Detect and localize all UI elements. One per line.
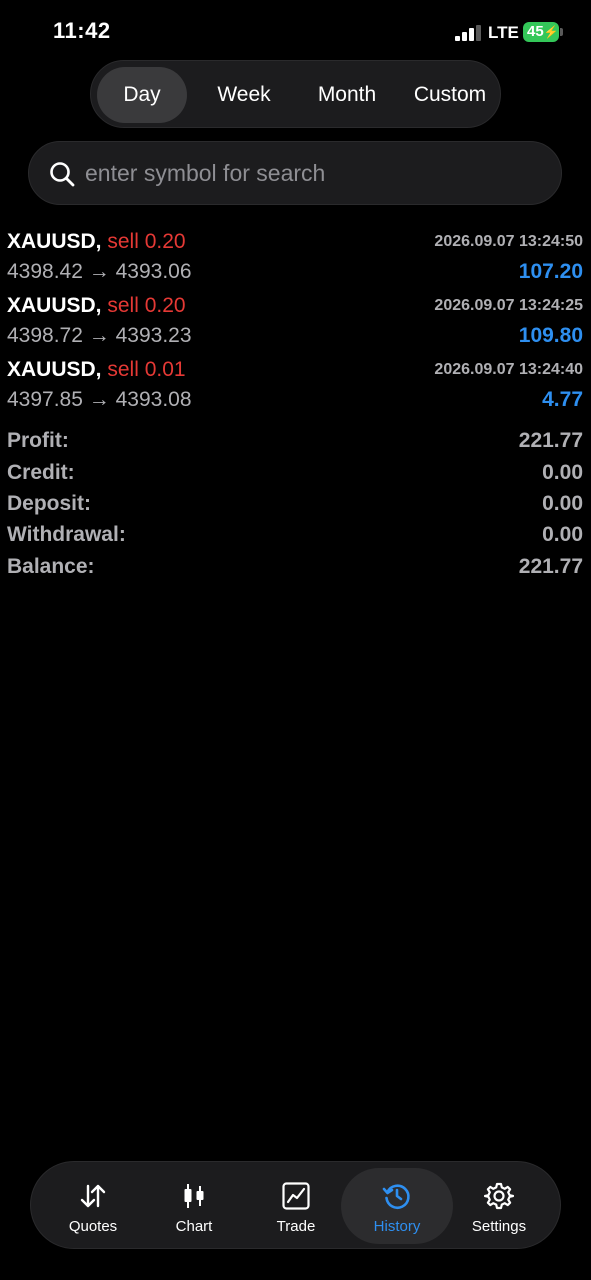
period-tab-custom[interactable]: Custom [403, 67, 497, 123]
tab-trade[interactable]: Trade [244, 1162, 348, 1248]
tab-settings[interactable]: Settings [447, 1162, 551, 1248]
trade-row[interactable]: XAUUSD, sell 0.20 2026.09.07 13:24:50 43… [0, 230, 591, 294]
status-time: 11:42 [53, 18, 111, 43]
period-tab-month[interactable]: Month [299, 67, 395, 123]
trade-symbol: XAUUSD, [7, 358, 102, 381]
summary-balance-label: Balance: [7, 555, 95, 578]
quotes-arrows-icon [80, 1184, 106, 1208]
trade-symbol-line: XAUUSD, sell 0.01 [7, 358, 186, 382]
trade-open-price: 4397.85 [7, 388, 83, 411]
summary-withdrawal-value: 0.00 [542, 523, 583, 546]
tab-chart-label: Chart [175, 1218, 213, 1235]
trade-symbol-line: XAUUSD, sell 0.20 [7, 230, 186, 254]
period-selector: Day Week Month Custom [90, 60, 501, 128]
trade-prices: 4398.72 → 4393.23 [7, 324, 192, 348]
summary-profit-value: 221.77 [518, 429, 583, 452]
charging-bolt-icon: ⚡ [543, 25, 559, 39]
trade-close-price: 4393.23 [115, 324, 192, 347]
battery-icon: 45⚡ [523, 22, 559, 42]
tab-chart[interactable]: Chart [142, 1162, 246, 1248]
history-clock-icon [382, 1184, 410, 1210]
trade-side: sell 0.01 [107, 358, 186, 381]
period-tab-week[interactable]: Week [199, 67, 289, 123]
summary-deposit-value: 0.00 [542, 492, 583, 515]
search-bar [28, 141, 562, 205]
trade-profit: 109.80 [518, 324, 583, 347]
trade-row[interactable]: XAUUSD, sell 0.01 2026.09.07 13:24:40 43… [0, 358, 591, 422]
tab-quotes-label: Quotes [68, 1218, 118, 1235]
trade-close-price: 4393.06 [115, 260, 192, 283]
search-input[interactable] [85, 142, 545, 204]
summary-balance-value: 221.77 [518, 555, 583, 578]
trade-side: sell 0.20 [107, 230, 186, 253]
trade-open-price: 4398.42 [7, 260, 83, 283]
trade-profit: 4.77 [542, 388, 583, 411]
summary-withdrawal-row: Withdrawal: 0.00 [0, 523, 591, 553]
summary-credit-value: 0.00 [542, 461, 583, 484]
trade-prices: 4398.42 → 4393.06 [7, 260, 192, 284]
tab-history[interactable]: History [341, 1168, 453, 1244]
trade-side: sell 0.20 [107, 294, 186, 317]
trade-time: 2026.09.07 13:24:40 [434, 361, 583, 378]
trade-row[interactable]: XAUUSD, sell 0.20 2026.09.07 13:24:25 43… [0, 294, 591, 358]
arrow-right-icon: → [88, 260, 110, 283]
trade-symbol: XAUUSD, [7, 294, 102, 317]
summary-credit-label: Credit: [7, 461, 75, 484]
trade-time: 2026.09.07 13:24:25 [434, 297, 583, 314]
battery-level: 45 [527, 23, 544, 40]
summary-profit-row: Profit: 221.77 [0, 429, 591, 459]
trade-prices: 4397.85 → 4393.08 [7, 388, 192, 412]
summary-balance-row: Balance: 221.77 [0, 555, 591, 585]
arrow-right-icon: → [88, 388, 110, 411]
trade-time: 2026.09.07 13:24:50 [434, 233, 583, 250]
summary-withdrawal-label: Withdrawal: [7, 523, 126, 546]
tab-quotes[interactable]: Quotes [41, 1162, 145, 1248]
summary-credit-row: Credit: 0.00 [0, 461, 591, 491]
tab-trade-label: Trade [276, 1218, 316, 1235]
network-type: LTE [488, 23, 519, 42]
trade-symbol-line: XAUUSD, sell 0.20 [7, 294, 186, 318]
search-icon [50, 162, 75, 187]
trade-symbol: XAUUSD, [7, 230, 102, 253]
gear-icon [484, 1182, 514, 1210]
cellular-signal-icon [455, 25, 481, 41]
tab-bar: Quotes Chart Trade History Settings [30, 1161, 561, 1249]
trade-profit: 107.20 [518, 260, 583, 283]
candlestick-chart-icon [184, 1184, 204, 1208]
trade-open-price: 4398.72 [7, 324, 83, 347]
summary-profit-label: Profit: [7, 429, 69, 452]
summary-deposit-label: Deposit: [7, 492, 91, 515]
tab-settings-label: Settings [471, 1218, 527, 1235]
trade-line-chart-icon [282, 1182, 310, 1210]
summary-deposit-row: Deposit: 0.00 [0, 492, 591, 522]
arrow-right-icon: → [88, 324, 110, 347]
tab-history-label: History [373, 1218, 421, 1235]
battery-cap [560, 28, 563, 36]
trade-close-price: 4393.08 [115, 388, 192, 411]
period-tab-day[interactable]: Day [97, 67, 187, 123]
